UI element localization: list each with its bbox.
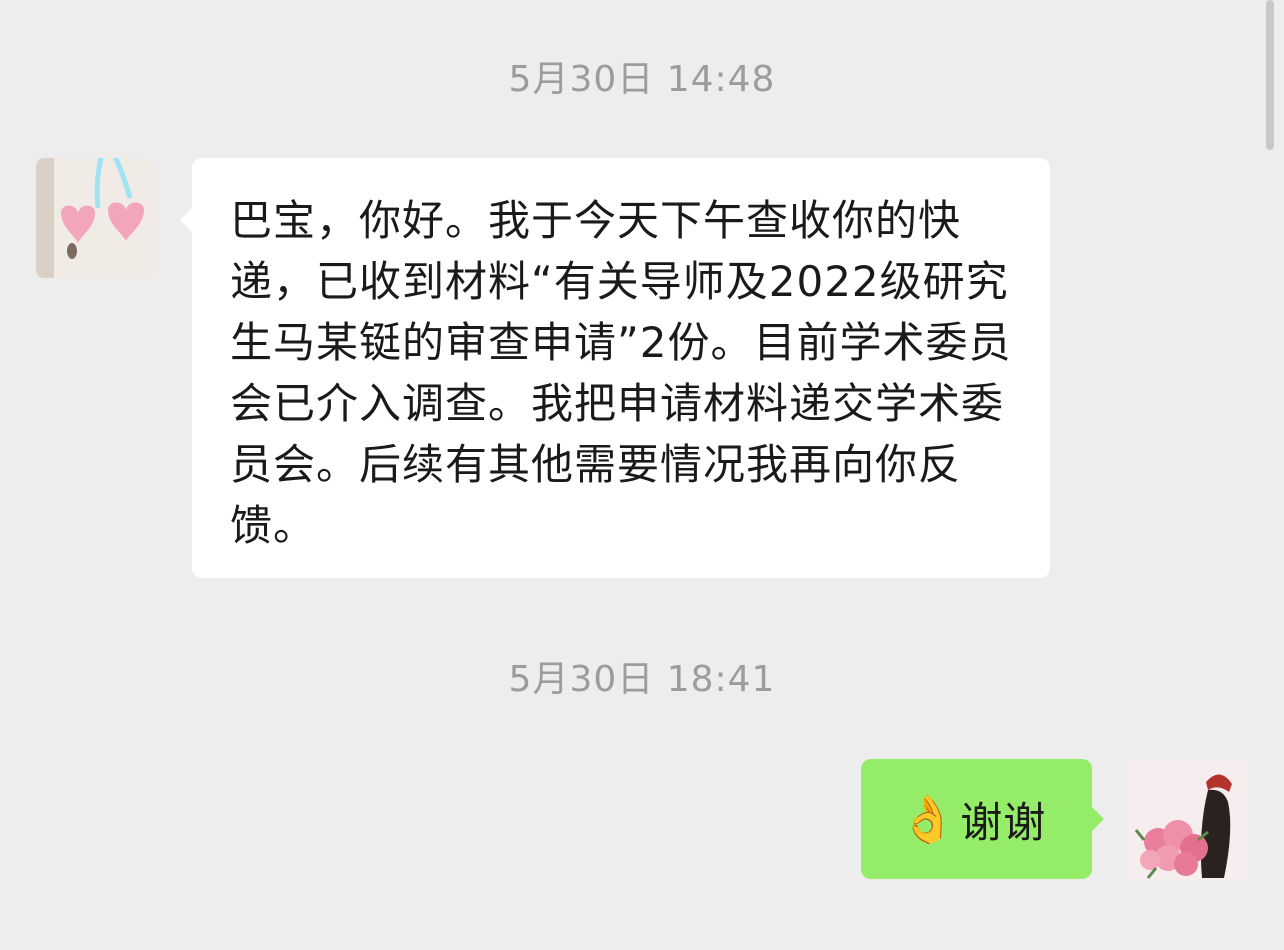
self-avatar[interactable] [1128, 760, 1248, 880]
woman-with-flowers-avatar-icon [1128, 760, 1248, 880]
message-text: 巴宝，你好。我于今天下午查收你的快递，已收到材料“有关导师及2022级研究生马某… [230, 196, 1012, 550]
message-timestamp: 5月30日 14:48 [508, 59, 776, 100]
incoming-message-bubble[interactable]: 巴宝，你好。我于今天下午查收你的快递，已收到材料“有关导师及2022级研究生马某… [180, 158, 1050, 578]
message-text: 谢谢 [960, 797, 1047, 847]
ok-hand-emoji: 👌 [899, 792, 957, 846]
bubble-tail [1092, 807, 1104, 831]
cherry-bow-avatar-icon [36, 158, 156, 278]
bubble-tail [180, 208, 192, 232]
outgoing-message-bubble[interactable]: 👌 谢谢 [861, 759, 1104, 879]
message-timestamp: 5月30日 18:41 [508, 659, 776, 700]
contact-avatar[interactable] [36, 158, 156, 278]
